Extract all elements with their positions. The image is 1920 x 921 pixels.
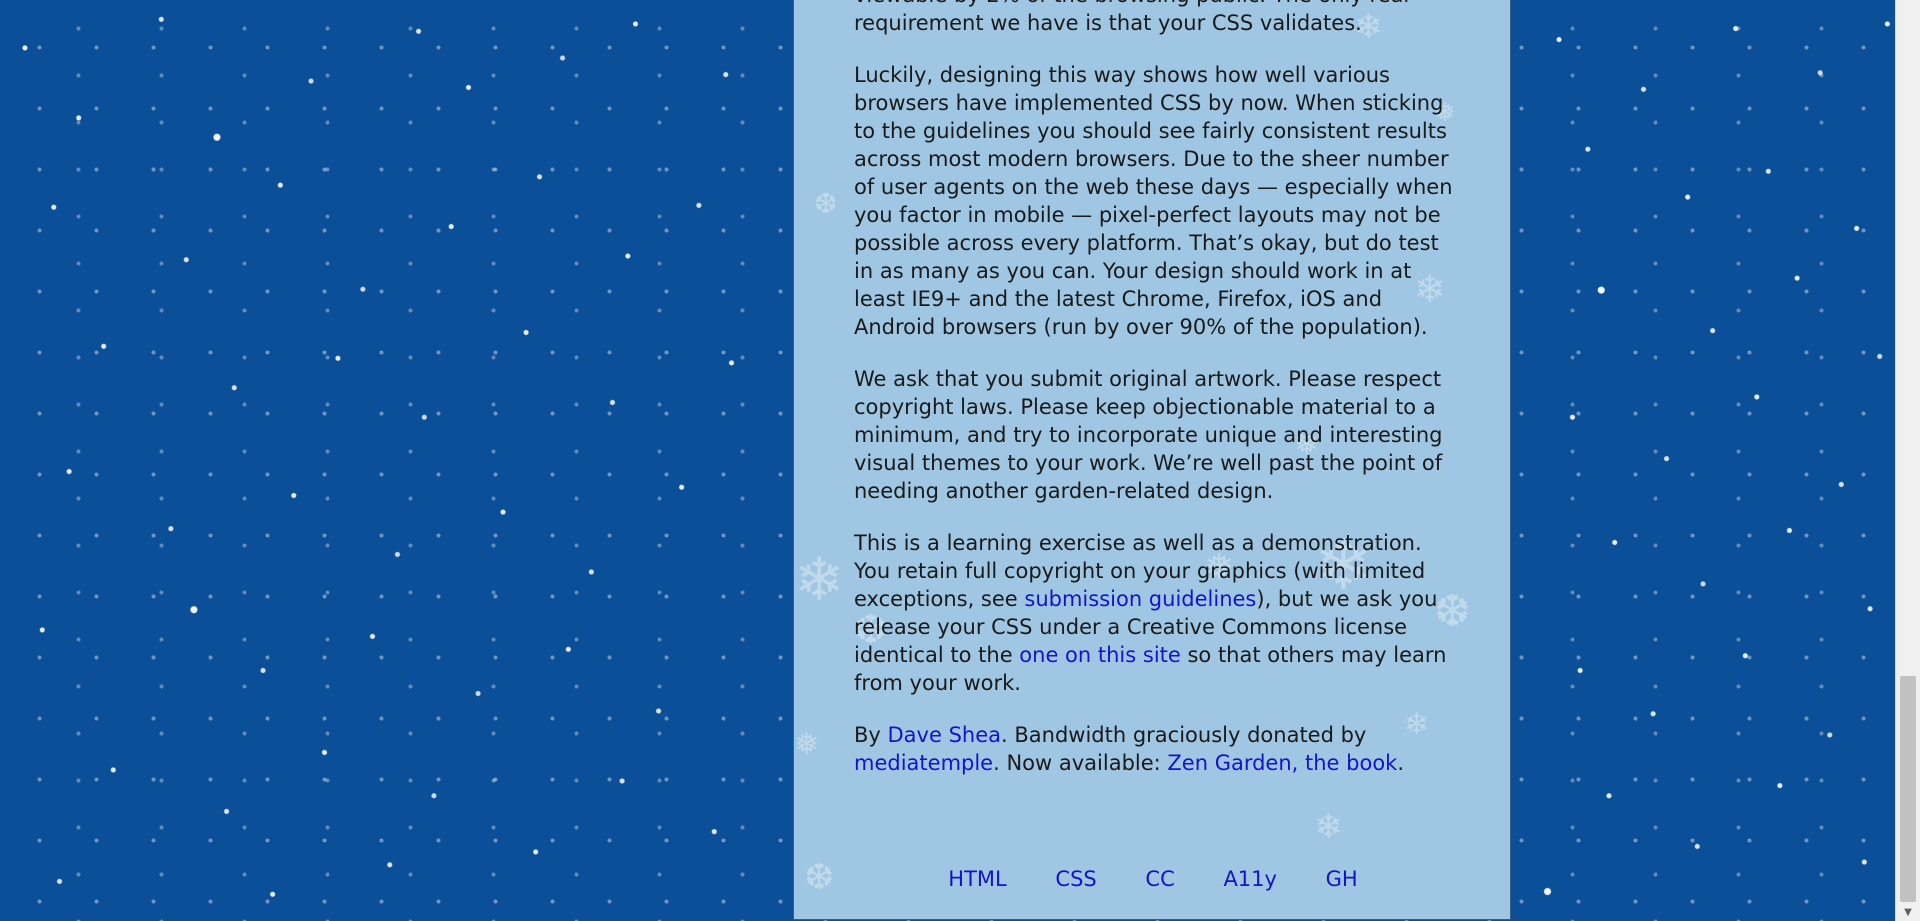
credits-text-1: By	[854, 723, 888, 747]
paragraph-license: This is a learning exercise as well as a…	[854, 529, 1464, 697]
license-link[interactable]: one on this site	[1019, 643, 1181, 667]
footer-nav: HTML CSS CC A11y GH	[794, 867, 1510, 891]
paragraph-credits: By Dave Shea. Bandwidth graciously donat…	[854, 721, 1464, 777]
footer-link-gh[interactable]: GH	[1326, 867, 1358, 891]
credits-text-2: . Bandwidth graciously donated by	[1001, 723, 1367, 747]
host-link[interactable]: mediatemple	[854, 751, 993, 775]
author-link[interactable]: Dave Shea	[888, 723, 1002, 747]
chevron-down-icon[interactable]: ▼	[1896, 904, 1920, 921]
footer-link-html[interactable]: HTML	[948, 867, 1006, 891]
snowflake-icon: ❆	[814, 187, 838, 220]
snowflake-icon: ❄	[1314, 807, 1343, 847]
footer-link-a11y[interactable]: A11y	[1223, 867, 1277, 891]
credits-text-3: . Now available:	[993, 751, 1168, 775]
footer-link-cc[interactable]: CC	[1145, 867, 1174, 891]
main-content: viewable by 2% of the browsing public. T…	[854, 0, 1464, 801]
snowflake-icon: ❄	[794, 545, 845, 615]
scrollbar-thumb[interactable]	[1900, 676, 1916, 902]
content-panel: ❄ ❅ ❄ ❆ ❅ ❄ ❄ ❆ ❅ ❆ ❄ ❅ ❄ ❆ viewable by …	[793, 0, 1511, 920]
submission-guidelines-link[interactable]: submission guidelines	[1024, 587, 1256, 611]
book-link[interactable]: Zen Garden, the book	[1167, 751, 1397, 775]
footer-link-css[interactable]: CSS	[1055, 867, 1096, 891]
paragraph-requirements: viewable by 2% of the browsing public. T…	[854, 0, 1409, 35]
snowflake-icon: ❅	[794, 727, 820, 762]
paragraph-artwork: We ask that you submit original artwork.…	[854, 367, 1443, 503]
credits-text-4: .	[1397, 751, 1405, 775]
vertical-scrollbar[interactable]: ▼	[1895, 0, 1920, 921]
paragraph-browsers: Luckily, designing this way shows how we…	[854, 63, 1453, 339]
